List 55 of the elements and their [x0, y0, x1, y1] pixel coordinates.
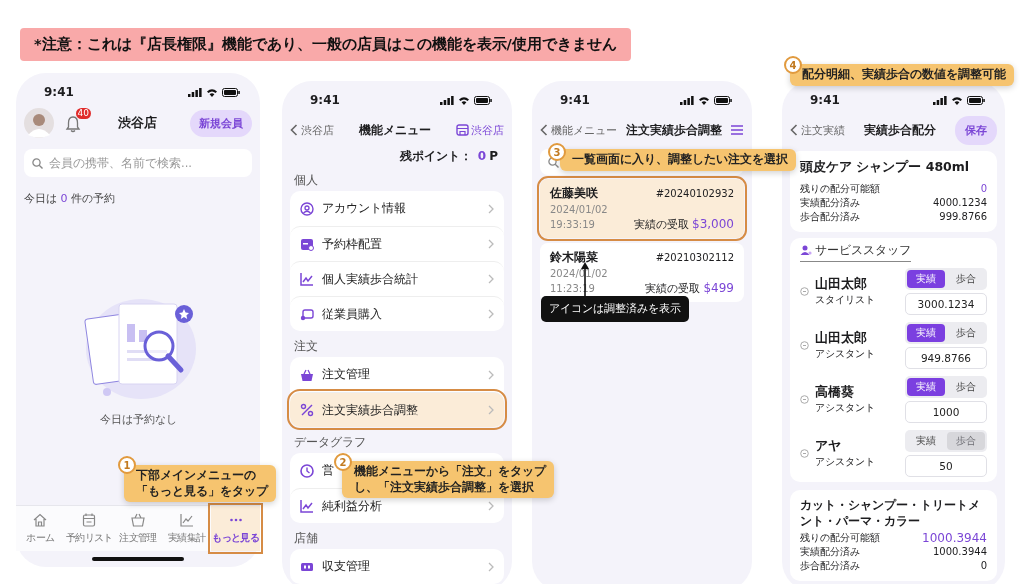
screen-title: 実績歩合配分: [864, 122, 936, 138]
staff-name: アヤ: [815, 437, 842, 455]
staff-role: アシスタント: [815, 346, 875, 361]
amount-value: $499: [703, 281, 734, 295]
summary-value: 1000.3944: [922, 531, 987, 546]
staff-name: 高橋葵: [815, 383, 855, 401]
customer-name: 佐藤美咲: [550, 185, 598, 202]
step-badge: 4: [784, 56, 802, 74]
section-label: データグラフ: [294, 434, 366, 451]
section-label: 店舗: [294, 530, 318, 547]
summary-label: 実績配分済み: [800, 545, 860, 560]
order-date: 2024/01/02: [550, 204, 608, 215]
summary-value: 0: [980, 559, 987, 574]
status-time: 9:41: [44, 85, 74, 99]
status-time: 9:41: [560, 93, 590, 107]
section-title: サービススタッフ: [815, 242, 911, 259]
tooltip: アイコンは調整済みを表示: [541, 296, 689, 322]
summary-value: 0: [980, 182, 987, 196]
amount-label: 実績の受取: [645, 282, 701, 296]
step-badge: 1: [118, 456, 136, 474]
staff-role: スタイリスト: [815, 292, 875, 307]
summary-label: 残りの配分可能額: [800, 531, 880, 546]
staff-role: アシスタント: [815, 400, 875, 415]
staff-name: 山田太郎: [815, 329, 868, 347]
summary-value: 4000.1234: [932, 196, 987, 210]
staff-name: 山田太郎: [815, 275, 868, 293]
summary-label: 歩合配分済み: [800, 559, 860, 574]
screen-title: 機能メニュー: [359, 122, 431, 138]
reservation-count: 今日は 0 件の予約: [24, 191, 116, 206]
empty-message: 今日は予約なし: [98, 412, 178, 427]
section-label: 個人: [294, 172, 318, 189]
notification-badge: 40: [75, 108, 91, 119]
amount-label: 実績の受取: [634, 218, 689, 232]
points-balance: 残ポイント： 0 P: [398, 148, 499, 165]
product-name: 頭皮ケア シャンプー 480ml: [800, 159, 971, 176]
amount-value: $3,000: [692, 217, 734, 231]
hint-tooltip: 一覧画面に入り、調整したい注文を選択: [560, 149, 796, 171]
status-time: 9:41: [810, 93, 840, 107]
summary-value: 1000.3944: [932, 545, 987, 560]
staff-role: アシスタント: [815, 454, 875, 469]
summary-value: 999.8766: [939, 210, 987, 224]
summary-label: 歩合配分済み: [800, 210, 860, 224]
order-number: #20210302112: [655, 252, 734, 263]
screen-title: 注文実績歩合調整: [625, 122, 722, 138]
order-time: 19:33:19: [550, 219, 595, 230]
summary-label: 残りの配分可能額: [800, 182, 880, 196]
store-name: 渋谷店: [116, 114, 158, 132]
order-number: #20240102932: [655, 188, 734, 199]
notice-banner: *注意：これは『店長権限』機能であり、一般の店員はこの機能を表示/使用できません: [20, 28, 631, 61]
step-badge: 3: [548, 143, 566, 161]
status-time: 9:41: [310, 93, 340, 107]
summary-label: 実績配分済み: [800, 196, 860, 210]
service-name: カット・シャンプー・トリートメント・パーマ・カラー: [800, 498, 981, 530]
customer-name: 鈴木陽菜: [550, 249, 598, 266]
section-label: 注文: [294, 338, 318, 355]
